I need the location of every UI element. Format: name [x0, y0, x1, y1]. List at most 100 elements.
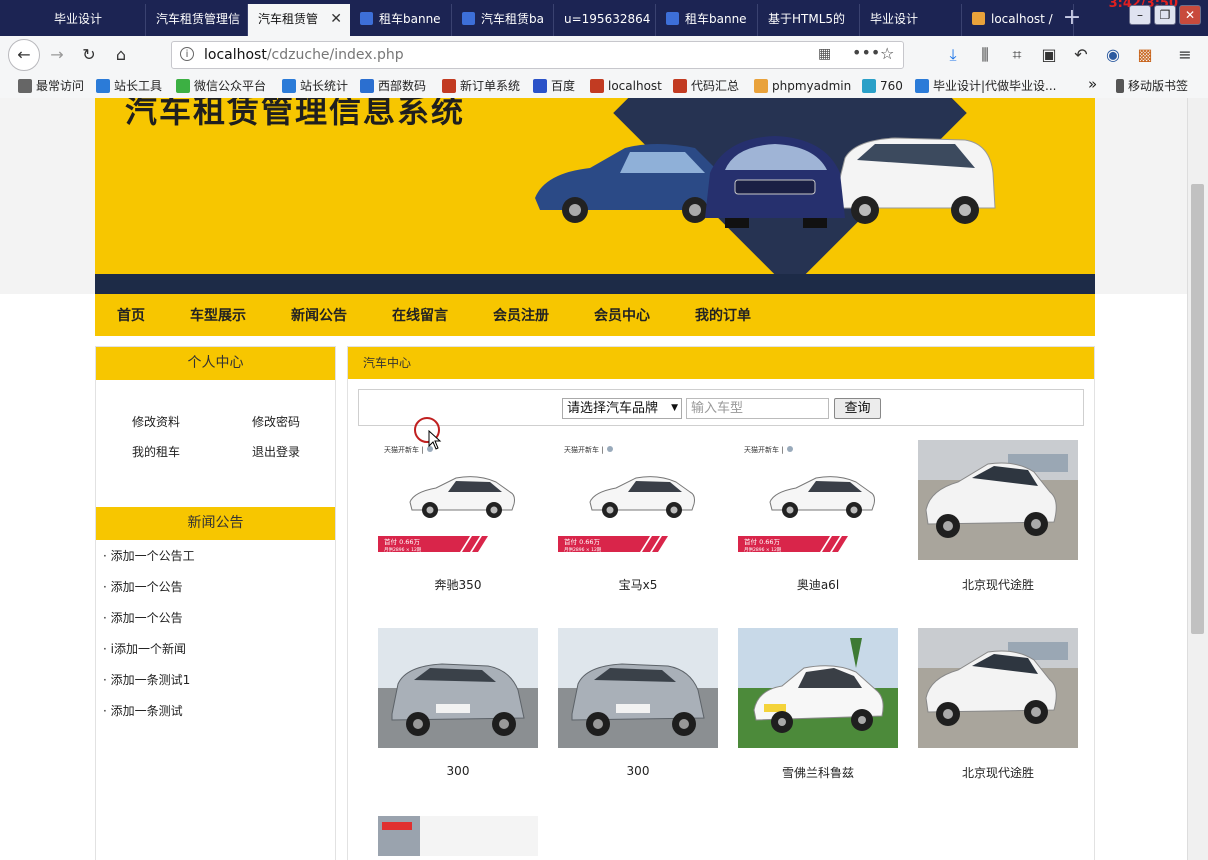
news-item-label: 添加一条测试1: [110, 673, 191, 687]
page-scrollbar[interactable]: [1187, 98, 1208, 860]
browser-tab[interactable]: 毕业设计: [860, 4, 962, 36]
menu-hamburger-icon[interactable]: ≡: [1172, 42, 1198, 68]
mouse-cursor-icon: [428, 430, 442, 450]
bookmark-item[interactable]: 760: [862, 77, 903, 95]
qr-code-icon[interactable]: ▦: [818, 46, 831, 62]
car-photo[interactable]: [918, 440, 1078, 560]
bookmark-item[interactable]: 代码汇总: [673, 77, 739, 95]
browser-tab[interactable]: 汽车租赁管 ✕: [248, 4, 350, 36]
car-photo[interactable]: [378, 628, 538, 748]
bookmark-favicon-icon: [442, 79, 456, 93]
close-window-button[interactable]: ✕: [1179, 5, 1201, 25]
menu-item[interactable]: 首页: [117, 294, 145, 338]
close-tab-icon[interactable]: ✕: [330, 4, 342, 34]
extension-icon[interactable]: ◉: [1100, 42, 1126, 68]
car-photo[interactable]: 天猫开新车 | 首付 0.66万 月供2896 × 12期: [378, 440, 538, 560]
menu-item[interactable]: 我的订单: [695, 294, 751, 338]
car-photo[interactable]: [558, 628, 718, 748]
bookmark-item[interactable]: 西部数码: [360, 77, 426, 95]
bookmark-favicon-icon: [590, 79, 604, 93]
bookmark-label: 最常访问: [36, 79, 85, 93]
browser-tab[interactable]: 租车banne: [656, 4, 758, 36]
browser-tab-label: 毕业设计: [870, 12, 919, 26]
ad-brand-text: 天猫开新车 |: [564, 445, 604, 454]
bookmark-item[interactable]: localhost: [590, 77, 662, 95]
car-name[interactable]: 奔驰350: [378, 576, 538, 593]
scrollbar-thumb[interactable]: [1191, 184, 1204, 634]
query-button[interactable]: 查询: [834, 398, 881, 419]
car-name[interactable]: 北京现代途胜: [918, 576, 1078, 593]
library-icon[interactable]: ⫼: [972, 42, 998, 68]
forward-arrow-icon[interactable]: →: [44, 42, 70, 68]
back-arrow-icon[interactable]: ←: [8, 39, 40, 71]
news-item[interactable]: · 添加一个公告工: [103, 547, 195, 564]
bookmark-item[interactable]: 站长工具: [96, 77, 162, 95]
bookmark-item[interactable]: 毕业设计|代做毕业设...: [915, 77, 1057, 95]
bookmark-item[interactable]: 新订单系统: [442, 77, 520, 95]
mobile-bookmarks[interactable]: 移动版书签: [1116, 77, 1188, 95]
car-photo[interactable]: [738, 628, 898, 748]
logout-link[interactable]: 退出登录: [252, 443, 300, 460]
menu-item[interactable]: 会员中心: [594, 294, 650, 338]
bookmarks-more-button[interactable]: »: [1088, 75, 1097, 93]
car-name[interactable]: 300: [558, 764, 718, 778]
bookmark-label: 微信公众平台: [194, 79, 267, 93]
bookmark-item[interactable]: 站长统计: [282, 77, 348, 95]
browser-tab-label: 毕业设计: [54, 12, 103, 26]
menu-item[interactable]: 会员注册: [493, 294, 549, 338]
browser-tab[interactable]: 汽车租赁ba: [452, 4, 554, 36]
download-icon[interactable]: ⤓: [940, 42, 966, 68]
change-password-link[interactable]: 修改密码: [252, 413, 300, 430]
car-photo[interactable]: [918, 628, 1078, 748]
browser-tab[interactable]: 租车banne: [350, 4, 452, 36]
address-bar[interactable]: i localhost/cdzuche/index.php ▦ ••• ☆: [171, 41, 904, 69]
bookmark-item[interactable]: phpmyadmin: [754, 77, 851, 95]
news-item[interactable]: · 添加一个公告: [103, 609, 183, 626]
undo-icon[interactable]: ↶: [1068, 42, 1094, 68]
browser-tab[interactable]: localhost /: [962, 4, 1074, 36]
car-name[interactable]: 北京现代途胜: [918, 764, 1078, 781]
menu-item[interactable]: 新闻公告: [291, 294, 347, 338]
news-item[interactable]: · 添加一条测试1: [103, 671, 190, 688]
browser-tab[interactable]: 毕业设计: [44, 4, 146, 36]
browser-tab[interactable]: 基于HTML5的: [758, 4, 860, 36]
home-icon[interactable]: ⌂: [108, 42, 134, 68]
browser-tab[interactable]: u=195632864: [554, 4, 656, 36]
bookmark-star-icon[interactable]: ☆: [880, 44, 894, 63]
extension-icon-2[interactable]: ▩: [1132, 42, 1158, 68]
browser-tab[interactable]: 汽车租赁管理信: [146, 4, 248, 36]
my-rentals-link[interactable]: 我的租车: [132, 443, 180, 460]
car-name[interactable]: 宝马x5: [558, 576, 718, 593]
bookmark-item[interactable]: 最常访问: [18, 77, 84, 95]
bookmarks-bar: 最常访问 站长工具 微信公众平台 站长统计 西部数码 新订单系统 百度 localhost 代码…: [0, 74, 1208, 99]
search-form: 请选择汽车品牌 ▼ 输入车型 查询: [358, 389, 1084, 426]
browser-toolbar: ← → ↻ ⌂ i localhost/cdzuche/index.php ▦ …: [0, 36, 1208, 75]
bookmark-favicon-icon: [673, 79, 687, 93]
brand-select[interactable]: 请选择汽车品牌 ▼: [562, 398, 682, 419]
car-name[interactable]: 雪佛兰科鲁兹: [738, 764, 898, 781]
car-card-partial[interactable]: [378, 816, 538, 859]
news-item[interactable]: · i添加一个新闻: [103, 640, 186, 657]
page-actions-icon[interactable]: •••: [852, 43, 880, 62]
edit-profile-link[interactable]: 修改资料: [132, 413, 180, 430]
minimize-button[interactable]: –: [1129, 5, 1151, 25]
car-photo[interactable]: 天猫开新车 | 首付 0.66万 月供2896 × 12期: [738, 440, 898, 560]
bookmark-item[interactable]: 百度: [533, 77, 575, 95]
screenshot-icon[interactable]: ⌗: [1004, 42, 1030, 68]
menu-item[interactable]: 车型展示: [190, 294, 246, 338]
new-tab-button[interactable]: +: [1060, 4, 1084, 34]
model-input[interactable]: 输入车型: [686, 398, 829, 419]
reload-icon[interactable]: ↻: [76, 42, 102, 68]
info-icon[interactable]: i: [180, 47, 194, 61]
news-item[interactable]: · 添加一个公告: [103, 578, 183, 595]
news-item[interactable]: · 添加一条测试: [103, 702, 183, 719]
maximize-button[interactable]: ❐: [1154, 5, 1176, 25]
menu-item[interactable]: 在线留言: [392, 294, 448, 338]
car-name[interactable]: 300: [378, 764, 538, 778]
url-text[interactable]: localhost/cdzuche/index.php: [204, 42, 404, 68]
car-name[interactable]: 奥迪a6l: [738, 576, 898, 593]
banner-title: 汽车租赁管理信息系统: [125, 98, 466, 130]
bookmark-item[interactable]: 微信公众平台: [176, 77, 266, 95]
car-photo[interactable]: 天猫开新车 | 首付 0.66万 月供2896 × 12期: [558, 440, 718, 560]
sidebar-icon[interactable]: ▣: [1036, 42, 1062, 68]
